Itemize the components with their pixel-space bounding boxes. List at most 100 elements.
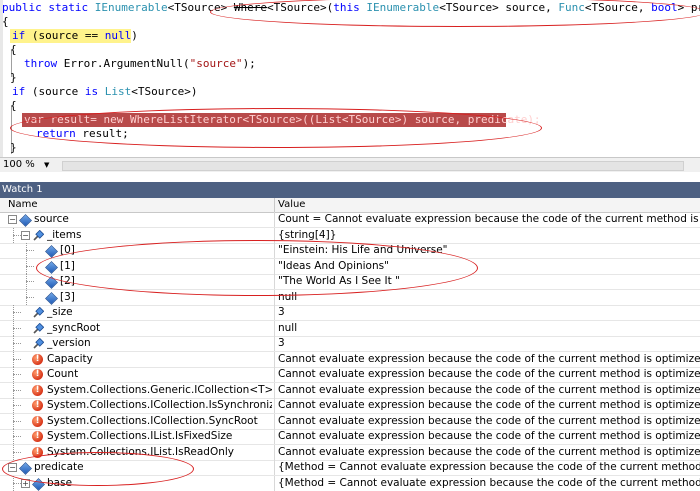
column-divider [274, 290, 275, 305]
watch-row-value[interactable]: {Method = Cannot evaluate expression bec… [278, 476, 700, 491]
collapse-icon[interactable]: − [8, 215, 17, 224]
code-line-11: } [10, 141, 17, 154]
tree-connector [13, 352, 14, 367]
watch-row[interactable]: [0] "Einstein: His Life and Universe" [0, 243, 700, 259]
column-divider [274, 383, 275, 398]
watch-row-value[interactable]: 3 [278, 305, 700, 320]
watch-row-name: [3] [60, 291, 75, 303]
watch-row[interactable]: [1] "Ideas And Opinions" [0, 259, 700, 275]
column-divider [274, 460, 275, 475]
column-divider [274, 352, 275, 367]
watch-row-value[interactable]: null [278, 321, 700, 336]
tree-connector [13, 359, 21, 360]
watch-row[interactable]: ! System.Collections.Generic.ICollection<… [0, 383, 700, 399]
watch-row[interactable]: ! Capacity Cannot evaluate expression beca… [0, 352, 700, 368]
tree-connector [13, 312, 21, 313]
watch-row-name: [0] [60, 244, 75, 256]
editor-zoom-bar: 100 % ▼ [0, 157, 700, 172]
watch-row[interactable]: [3] null [0, 290, 700, 306]
tree-connector [13, 436, 21, 437]
tree-connector [13, 405, 21, 406]
watch-row-value[interactable]: 3 [278, 336, 700, 351]
watch-row[interactable]: ! Count Cannot evaluate expression because… [0, 367, 700, 383]
watch-row[interactable]: ! System.Collections.ICollection.IsSynchr… [0, 398, 700, 414]
field-icon [19, 462, 32, 475]
tree-connector [26, 297, 34, 298]
code-line-4: { [10, 43, 17, 56]
column-divider [274, 305, 275, 320]
watch-row-value[interactable]: "Einstein: His Life and Universe" [278, 243, 700, 258]
watch-row-value[interactable]: null [278, 290, 700, 305]
tree-connector [13, 336, 14, 351]
watch-row-value[interactable]: {Method = Cannot evaluate expression bec… [278, 460, 700, 475]
tree-connector [13, 235, 21, 236]
watch-row-value[interactable]: "Ideas And Opinions" [278, 259, 700, 274]
watch-row-value[interactable]: Cannot evaluate expression because the c… [278, 445, 700, 460]
code-line-8: { [10, 99, 17, 112]
column-divider [274, 367, 275, 382]
watch-row-name: source [34, 213, 69, 225]
watch-row-value[interactable]: {string[4]} [278, 228, 700, 243]
watch-row[interactable]: − _items {string[4]} [0, 228, 700, 244]
watch-row-name: System.Collections.IList.IsFixedSize [47, 430, 233, 442]
code-line-3: if (source == null) [12, 29, 138, 42]
error-icon: ! [32, 369, 43, 380]
watch-row-name: System.Collections.IList.IsReadOnly [47, 446, 235, 458]
watch-row[interactable]: ! System.Collections.IList.IsReadOnly Cann… [0, 445, 700, 461]
watch-row[interactable]: [2] "The World As I See It " [0, 274, 700, 290]
watch-row-name: _version [47, 337, 91, 349]
watch-row-name: System.Collections.ICollection.IsSynchro… [47, 399, 272, 411]
watch-row-value[interactable]: Cannot evaluate expression because the c… [278, 352, 700, 367]
watch-window-title: Watch 1 [0, 182, 700, 198]
field-icon [19, 214, 32, 227]
watch-row-value[interactable]: Cannot evaluate expression because the c… [278, 414, 700, 429]
watch-row-value[interactable]: Cannot evaluate expression because the c… [278, 398, 700, 413]
property-icon [32, 337, 45, 349]
tree-connector [13, 445, 14, 460]
watch-row-value[interactable]: Cannot evaluate expression because the c… [278, 429, 700, 444]
collapse-icon[interactable]: − [8, 463, 17, 472]
tree-connector [13, 483, 21, 484]
chevron-down-icon[interactable]: ▼ [44, 158, 49, 172]
tree-connector [26, 266, 34, 267]
watch-row-value[interactable]: "The World As I See It " [278, 274, 700, 289]
property-icon [32, 306, 45, 318]
collapse-icon[interactable]: − [21, 231, 30, 240]
watch-row-name: base [47, 477, 73, 489]
watch-row[interactable]: _version 3 [0, 336, 700, 352]
watch-row[interactable]: ! System.Collections.IList.IsFixedSize Can… [0, 429, 700, 445]
column-header-name[interactable]: Name [8, 198, 38, 212]
watch-row-value[interactable]: Count = Cannot evaluate expression becau… [278, 212, 700, 227]
tree-connector [26, 259, 27, 274]
watch-row-name: predicate [34, 461, 84, 473]
watch-row-name: _size [47, 306, 73, 318]
code-line-10: return result; [36, 127, 129, 140]
watch-row-value[interactable]: Cannot evaluate expression because the c… [278, 367, 700, 382]
tree-connector [26, 250, 34, 251]
code-line-7: if (source is List<TSource>) [12, 85, 198, 98]
column-header-value[interactable]: Value [278, 198, 305, 212]
column-divider [274, 336, 275, 351]
code-editor[interactable]: public static IEnumerable<TSource> Where… [0, 0, 700, 157]
column-divider [274, 398, 275, 413]
expand-icon[interactable]: + [21, 479, 30, 488]
zoom-level[interactable]: 100 % [3, 158, 35, 172]
watch-row-name: _items [47, 229, 82, 241]
tree-connector [26, 274, 27, 289]
watch-row[interactable]: + base {Method = Cannot evaluate expressio… [0, 476, 700, 491]
column-divider [274, 445, 275, 460]
watch-column-header: Name Value [0, 198, 700, 213]
watch-row[interactable]: _syncRoot null [0, 321, 700, 337]
watch-row-name: _syncRoot [47, 322, 101, 334]
horizontal-scrollbar[interactable] [62, 161, 684, 171]
watch-row-value[interactable]: Cannot evaluate expression because the c… [278, 383, 700, 398]
tree-connector [13, 228, 14, 243]
watch-row-name: Capacity [47, 353, 93, 365]
watch-row[interactable]: _size 3 [0, 305, 700, 321]
watch-row[interactable]: − source Count = Cannot evaluate expressio… [0, 212, 700, 228]
watch-row[interactable]: ! System.Collections.ICollection.SyncRoot… [0, 414, 700, 430]
field-icon [45, 245, 58, 258]
field-icon [45, 261, 58, 274]
watch-row[interactable]: − predicate {Method = Cannot evaluate expr… [0, 460, 700, 476]
column-divider[interactable] [274, 198, 275, 212]
